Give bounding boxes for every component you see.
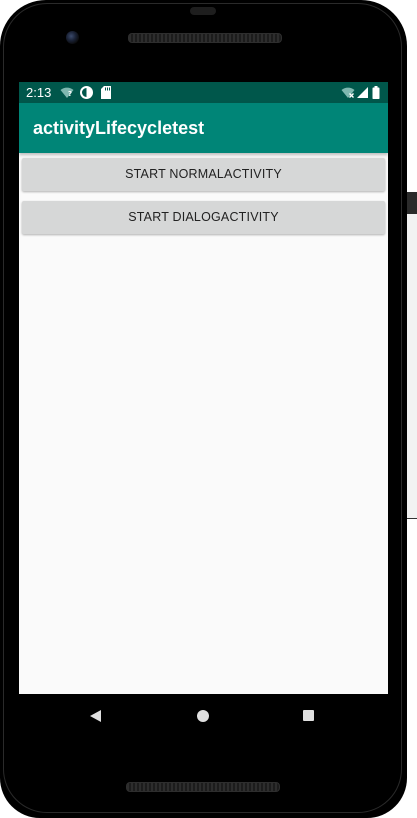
top-speaker-grille bbox=[128, 33, 282, 43]
wifi-x-icon bbox=[341, 87, 355, 98]
signal-icon bbox=[357, 87, 368, 98]
device-screen: 2:13 ? activityLifecycletest START NORMA… bbox=[19, 82, 388, 694]
app-toolbar: activityLifecycletest bbox=[19, 103, 388, 153]
top-sensor bbox=[190, 7, 216, 15]
battery-icon bbox=[372, 86, 380, 99]
start-normal-activity-button[interactable]: START NORMALACTIVITY bbox=[22, 158, 385, 191]
front-camera-icon bbox=[66, 31, 79, 44]
recents-icon[interactable] bbox=[303, 710, 314, 721]
phone-body: 2:13 ? activityLifecycletest START NORMA… bbox=[0, 0, 407, 818]
navigation-bar bbox=[19, 694, 388, 740]
emulator-frame: 2:13 ? activityLifecycletest START NORMA… bbox=[0, 0, 417, 818]
wifi-question-icon: ? bbox=[60, 87, 74, 98]
data-saver-icon bbox=[80, 86, 93, 99]
home-icon[interactable] bbox=[197, 710, 209, 722]
start-dialog-activity-button[interactable]: START DIALOGACTIVITY bbox=[22, 201, 385, 234]
sd-card-icon bbox=[101, 86, 111, 99]
bottom-speaker-grille bbox=[126, 782, 280, 792]
back-icon[interactable] bbox=[90, 710, 101, 722]
status-bar: 2:13 ? bbox=[19, 82, 388, 103]
status-time: 2:13 bbox=[26, 85, 52, 100]
svg-text:?: ? bbox=[68, 90, 72, 98]
app-title: activityLifecycletest bbox=[33, 118, 205, 138]
